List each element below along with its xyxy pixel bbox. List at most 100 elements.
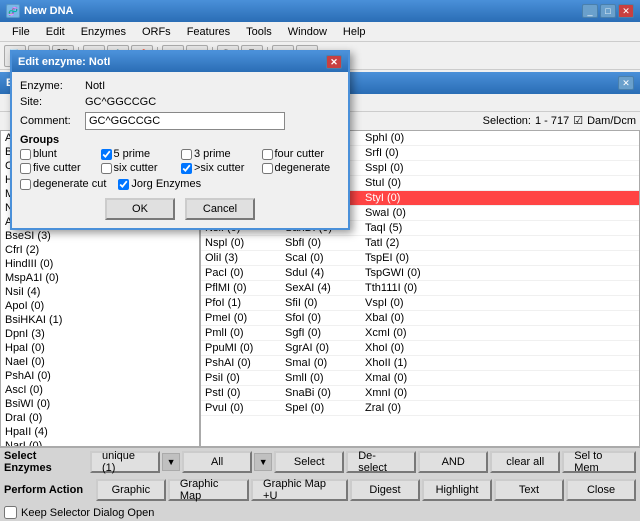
- checkbox-four-cutter-input[interactable]: [262, 149, 273, 160]
- list-item[interactable]: NaeI (0): [1, 355, 199, 369]
- list-item[interactable]: CfrI (2): [1, 243, 199, 257]
- checkbox-six-cutter[interactable]: six cutter: [101, 162, 180, 174]
- checkbox-gt-six-cutter[interactable]: >six cutter: [181, 162, 260, 174]
- table-cell: XhoII (1): [361, 356, 441, 370]
- menu-orfs[interactable]: ORFs: [134, 24, 179, 40]
- list-item[interactable]: AscI (0): [1, 383, 199, 397]
- graphic-map-button[interactable]: Graphic Map: [168, 479, 249, 501]
- list-item[interactable]: DraI (0): [1, 411, 199, 425]
- table-cell: SwaI (0): [361, 206, 441, 220]
- list-item[interactable]: HpaII (4): [1, 425, 199, 439]
- table-row[interactable]: NspI (0) SbfI (0) TatI (2): [201, 236, 639, 251]
- title-bar-left: 🧬 New DNA: [6, 4, 74, 18]
- table-row[interactable]: PfoI (1) SfiI (0) VspI (0): [201, 296, 639, 311]
- table-cell: ZraI (0): [361, 401, 441, 415]
- minimize-button[interactable]: _: [582, 4, 598, 18]
- text-button[interactable]: Text: [494, 479, 564, 501]
- table-cell: PstI (0): [201, 386, 281, 400]
- table-row[interactable]: OliI (3) ScaI (0) TspEI (0): [201, 251, 639, 266]
- close-button[interactable]: ✕: [618, 4, 634, 18]
- all-button[interactable]: All: [182, 451, 252, 473]
- table-cell: PshAI (0): [201, 356, 281, 370]
- checkbox-jorg[interactable]: Jorg Enzymes: [118, 178, 201, 190]
- unique-arrow[interactable]: ▼: [162, 453, 180, 471]
- highlight-button[interactable]: Highlight: [422, 479, 492, 501]
- comment-input[interactable]: [85, 112, 285, 130]
- ok-button[interactable]: OK: [105, 198, 175, 220]
- list-item[interactable]: BsiHKAI (1): [1, 313, 199, 327]
- table-cell: SspI (0): [361, 161, 441, 175]
- checkbox-5prime[interactable]: 5 prime: [101, 148, 180, 160]
- menu-features[interactable]: Features: [179, 24, 238, 40]
- digest-button[interactable]: Digest: [350, 479, 420, 501]
- menu-enzymes[interactable]: Enzymes: [73, 24, 134, 40]
- keep-open-label: Keep Selector Dialog Open: [21, 507, 154, 519]
- menu-edit[interactable]: Edit: [38, 24, 73, 40]
- checkbox-blunt[interactable]: blunt: [20, 148, 99, 160]
- checkbox-degenerate[interactable]: degenerate: [262, 162, 341, 174]
- and-button[interactable]: AND: [418, 451, 488, 473]
- checkbox-degenerate-cut-input[interactable]: [20, 179, 31, 190]
- window-title: New DNA: [24, 5, 74, 17]
- checkbox-blunt-input[interactable]: [20, 149, 31, 160]
- dialog-close-button[interactable]: ✕: [326, 55, 342, 69]
- checkbox-gt-six-input[interactable]: [181, 163, 192, 174]
- close-button[interactable]: Close: [566, 479, 636, 501]
- list-item[interactable]: NsiI (4): [1, 285, 199, 299]
- menu-window[interactable]: Window: [280, 24, 335, 40]
- checkbox-four-cutter[interactable]: four cutter: [262, 148, 341, 160]
- table-row[interactable]: PshAI (0) SmaI (0) XhoII (1): [201, 356, 639, 371]
- keep-open-checkbox[interactable]: [4, 506, 17, 519]
- all-arrow[interactable]: ▼: [254, 453, 272, 471]
- graphic-button[interactable]: Graphic: [96, 479, 166, 501]
- list-item[interactable]: MspA1I (0): [1, 271, 199, 285]
- degenerate-row: degenerate cut Jorg Enzymes: [20, 178, 340, 190]
- table-row[interactable]: PmeI (0) SfoI (0) XbaI (0): [201, 311, 639, 326]
- table-row[interactable]: PmlI (0) SgfI (0) XcmI (0): [201, 326, 639, 341]
- enzyme-sel-close[interactable]: ✕: [618, 76, 634, 90]
- checkbox-5prime-label: 5 prime: [114, 148, 151, 160]
- site-row: Site: GC^GGCCGC: [20, 96, 340, 108]
- deselect-button[interactable]: De-select: [346, 451, 416, 473]
- unique-button[interactable]: unique (1): [90, 451, 160, 473]
- checkbox-5prime-input[interactable]: [101, 149, 112, 160]
- checkbox-five-cutter-input[interactable]: [20, 163, 31, 174]
- checkbox-five-cutter[interactable]: five cutter: [20, 162, 99, 174]
- table-row[interactable]: PstI (0) SnaBi (0) XmnI (0): [201, 386, 639, 401]
- table-row[interactable]: PacI (0) SduI (4) TspGWI (0): [201, 266, 639, 281]
- list-item[interactable]: DpnI (3): [1, 327, 199, 341]
- table-row[interactable]: PsiI (0) SmlI (0) XmaI (0): [201, 371, 639, 386]
- checkbox-degenerate-input[interactable]: [262, 163, 273, 174]
- menu-help[interactable]: Help: [335, 24, 374, 40]
- table-cell: ScaI (0): [281, 251, 361, 265]
- table-cell: SexAI (4): [281, 281, 361, 295]
- cancel-button[interactable]: Cancel: [185, 198, 255, 220]
- list-item[interactable]: BsiWI (0): [1, 397, 199, 411]
- menu-file[interactable]: File: [4, 24, 38, 40]
- graphic-map-u-button[interactable]: Graphic Map +U: [251, 479, 348, 501]
- checkbox-degenerate-cut[interactable]: degenerate cut: [20, 178, 106, 190]
- table-row[interactable]: PvuI (0) SpeI (0) ZraI (0): [201, 401, 639, 416]
- clear-all-button[interactable]: clear all: [490, 451, 560, 473]
- list-item[interactable]: ApoI (0): [1, 299, 199, 313]
- table-cell: TaqI (5): [361, 221, 441, 235]
- list-item[interactable]: HpaI (0): [1, 341, 199, 355]
- checkbox-3prime[interactable]: 3 prime: [181, 148, 260, 160]
- menu-tools[interactable]: Tools: [238, 24, 280, 40]
- checkbox-six-cutter-input[interactable]: [101, 163, 112, 174]
- checkbox-3prime-input[interactable]: [181, 149, 192, 160]
- table-cell: SgfI (0): [281, 326, 361, 340]
- table-cell: XhoI (0): [361, 341, 441, 355]
- table-row[interactable]: PpuMI (0) SgrAI (0) XhoI (0): [201, 341, 639, 356]
- list-item[interactable]: PshAI (0): [1, 369, 199, 383]
- sel-to-mem-button[interactable]: Sel to Mem: [562, 451, 636, 473]
- list-item[interactable]: BseSI (3): [1, 229, 199, 243]
- comment-label: Comment:: [20, 115, 85, 127]
- maximize-button[interactable]: □: [600, 4, 616, 18]
- table-cell: PflMI (0): [201, 281, 281, 295]
- list-item[interactable]: HindIII (0): [1, 257, 199, 271]
- checkbox-jorg-input[interactable]: [118, 179, 129, 190]
- bottom-bar: Select Enzymes unique (1) ▼ All ▼ Select…: [0, 446, 640, 521]
- table-row[interactable]: PflMI (0) SexAI (4) Tth111I (0): [201, 281, 639, 296]
- select-button[interactable]: Select: [274, 451, 344, 473]
